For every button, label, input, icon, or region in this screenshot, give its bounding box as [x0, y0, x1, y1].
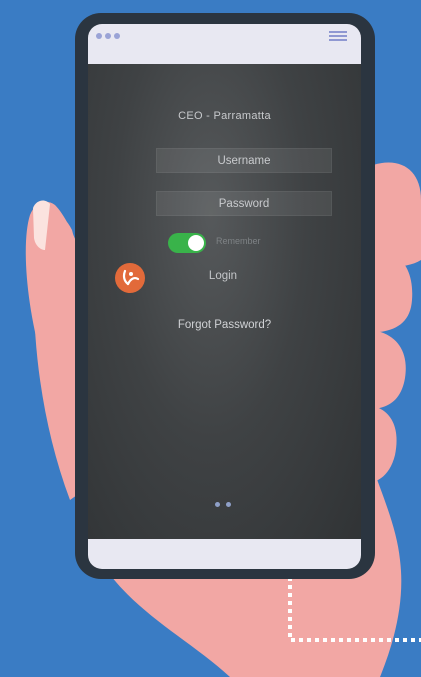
page-dot[interactable] — [226, 502, 231, 507]
three-dots-icon — [96, 33, 120, 39]
remember-toggle[interactable] — [168, 233, 206, 253]
phone-screen: CEO - Parramatta Username Password Remem… — [88, 24, 361, 569]
toggle-knob — [188, 235, 204, 251]
page-dot[interactable] — [215, 502, 220, 507]
hamburger-menu-icon[interactable] — [329, 31, 347, 42]
browser-bottom-bar — [88, 539, 361, 569]
organization-title: CEO - Parramatta — [178, 110, 271, 122]
remember-label: Remember — [216, 236, 261, 246]
forgot-password-link[interactable]: Forgot Password? — [88, 319, 361, 331]
username-field[interactable]: Username — [156, 148, 332, 173]
password-field[interactable]: Password — [156, 191, 332, 216]
login-button[interactable]: Login — [198, 270, 248, 282]
app-logo-icon — [115, 263, 145, 293]
page-indicator — [215, 502, 231, 507]
browser-top-bar — [88, 24, 361, 64]
